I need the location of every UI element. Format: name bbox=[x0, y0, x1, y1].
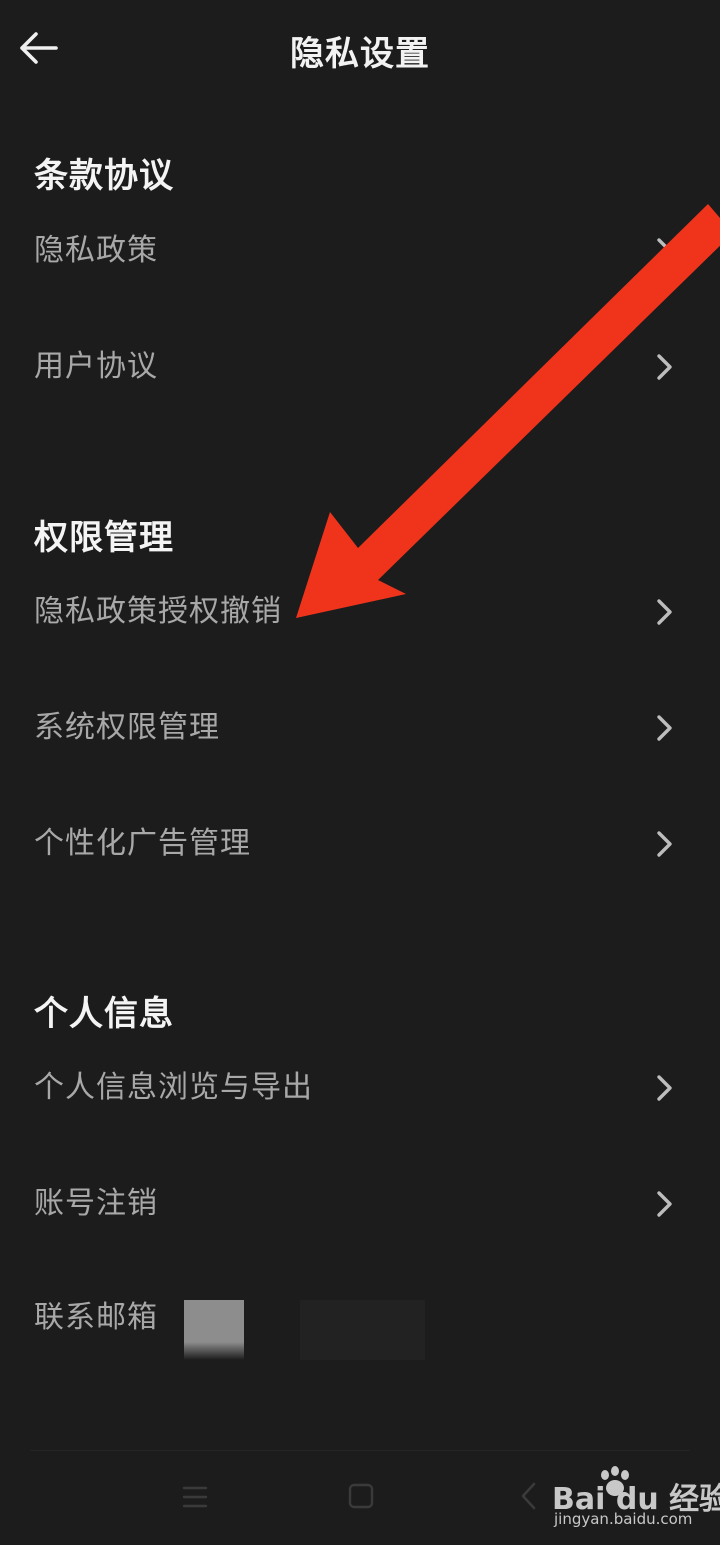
row-label: 个性化广告管理 bbox=[34, 826, 251, 861]
top-bar: 隐私设置 bbox=[0, 0, 720, 100]
redacted-email-block bbox=[184, 1300, 244, 1360]
row-label: 联系邮箱 bbox=[34, 1300, 158, 1335]
row-privacy-authorization-revoke[interactable]: 隐私政策授权撤销 bbox=[0, 567, 720, 657]
chevron-right-icon bbox=[657, 238, 672, 264]
chevron-right-icon bbox=[657, 1075, 672, 1101]
row-label: 账号注销 bbox=[34, 1186, 158, 1221]
row-personalized-ads[interactable]: 个性化广告管理 bbox=[0, 799, 720, 889]
row-label: 系统权限管理 bbox=[34, 710, 220, 745]
chevron-right-icon bbox=[657, 715, 672, 741]
row-label: 隐私政策 bbox=[34, 233, 158, 268]
section-title-personal-info: 个人信息 bbox=[34, 994, 174, 1034]
row-personal-info-export[interactable]: 个人信息浏览与导出 bbox=[0, 1043, 720, 1133]
section-title-permissions: 权限管理 bbox=[34, 518, 174, 558]
home-square-icon[interactable] bbox=[347, 1482, 375, 1510]
nav-back-icon[interactable] bbox=[518, 1480, 540, 1512]
row-label: 隐私政策授权撤销 bbox=[34, 594, 282, 629]
row-system-permissions[interactable]: 系统权限管理 bbox=[0, 683, 720, 773]
section-title-terms: 条款协议 bbox=[34, 156, 174, 196]
chevron-right-icon bbox=[657, 831, 672, 857]
privacy-settings-page: 隐私设置 条款协议 隐私政策 用户协议 权限管理 隐私政策授权撤销 系统权限管理… bbox=[0, 0, 720, 1545]
recents-menu-icon[interactable] bbox=[182, 1482, 208, 1512]
chevron-right-icon bbox=[657, 599, 672, 625]
watermark-url: jingyan.baidu.com bbox=[554, 1510, 693, 1528]
chevron-right-icon bbox=[657, 354, 672, 380]
chevron-right-icon bbox=[657, 1191, 672, 1217]
row-user-agreement[interactable]: 用户协议 bbox=[0, 322, 720, 412]
baidu-watermark: Bai du 经验 jingyan.baidu.com bbox=[552, 1466, 720, 1532]
redacted-email-smudge bbox=[300, 1300, 425, 1360]
row-account-deletion[interactable]: 账号注销 bbox=[0, 1159, 720, 1249]
row-label: 个人信息浏览与导出 bbox=[34, 1070, 313, 1105]
page-title: 隐私设置 bbox=[290, 34, 430, 74]
navbar-divider bbox=[30, 1450, 690, 1451]
row-label: 用户协议 bbox=[34, 349, 158, 384]
row-privacy-policy[interactable]: 隐私政策 bbox=[0, 206, 720, 296]
